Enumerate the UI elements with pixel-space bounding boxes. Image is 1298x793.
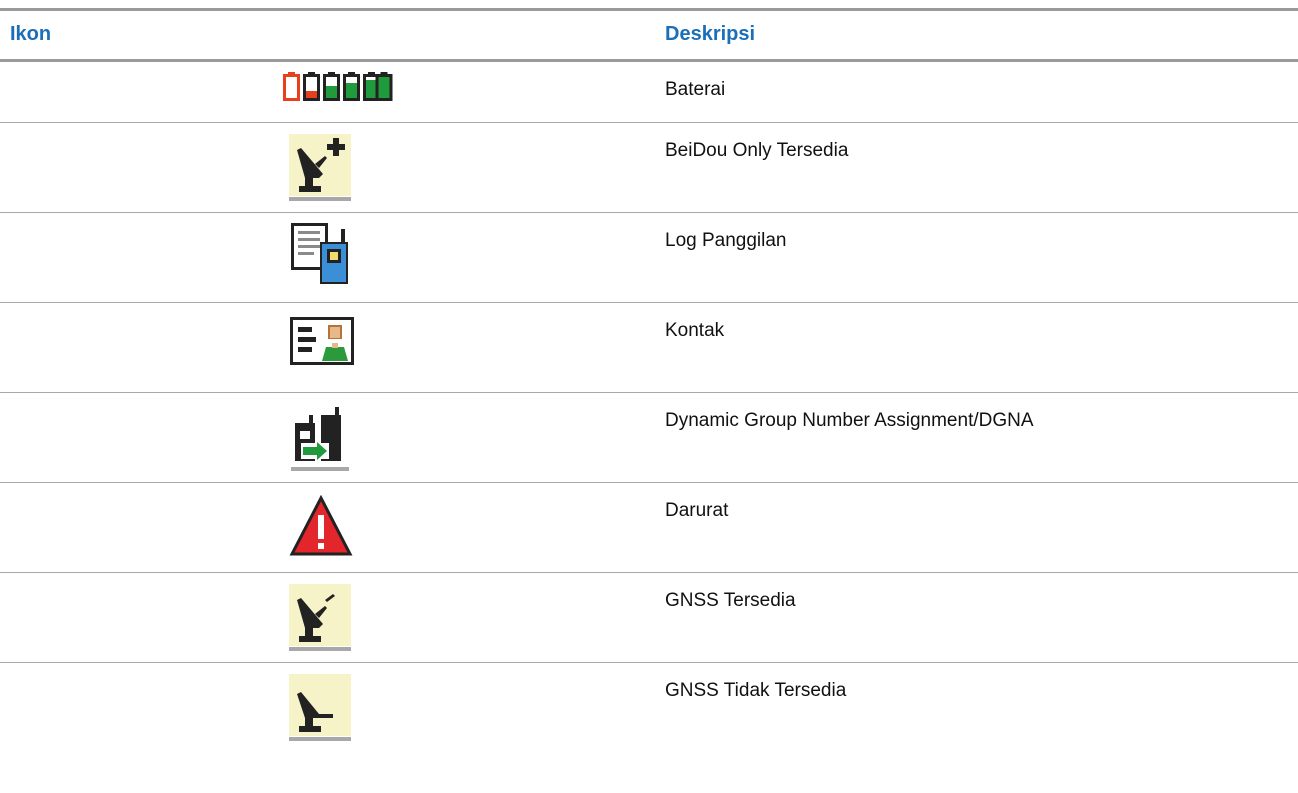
icon-table: Ikon Deskripsi Baterai BeiDou Only Terse… bbox=[0, 8, 1298, 752]
table-header: Ikon Deskripsi bbox=[0, 11, 1298, 62]
beidou-only-available-icon bbox=[289, 134, 351, 202]
table-row: Darurat bbox=[0, 483, 1298, 573]
contact-card-icon bbox=[290, 317, 354, 365]
battery-levels-icon bbox=[283, 71, 393, 101]
header-icon-column: Ikon bbox=[10, 23, 52, 45]
header-description-column: Deskripsi bbox=[665, 23, 756, 45]
row-description: GNSS Tidak Tersedia bbox=[665, 680, 847, 701]
row-description: BeiDou Only Tersedia bbox=[665, 140, 849, 161]
row-description: Dynamic Group Number Assignment/DGNA bbox=[665, 410, 1034, 431]
dgna-icon bbox=[291, 405, 349, 471]
table-row: Log Panggilan bbox=[0, 213, 1298, 303]
gnss-available-icon bbox=[289, 584, 351, 652]
emergency-warning-icon bbox=[289, 495, 353, 557]
row-description: Baterai bbox=[665, 79, 726, 100]
table-row: BeiDou Only Tersedia bbox=[0, 123, 1298, 213]
gnss-unavailable-icon bbox=[289, 674, 351, 742]
table-row: GNSS Tidak Tersedia bbox=[0, 663, 1298, 752]
table-row: Dynamic Group Number Assignment/DGNA bbox=[0, 393, 1298, 483]
row-description: GNSS Tersedia bbox=[665, 590, 796, 611]
row-description: Darurat bbox=[665, 500, 729, 521]
table-row: Baterai bbox=[0, 62, 1298, 123]
table-row: Kontak bbox=[0, 303, 1298, 393]
row-description: Log Panggilan bbox=[665, 230, 787, 251]
row-description: Kontak bbox=[665, 320, 725, 341]
table-row: GNSS Tersedia bbox=[0, 573, 1298, 663]
call-log-icon bbox=[291, 223, 351, 285]
